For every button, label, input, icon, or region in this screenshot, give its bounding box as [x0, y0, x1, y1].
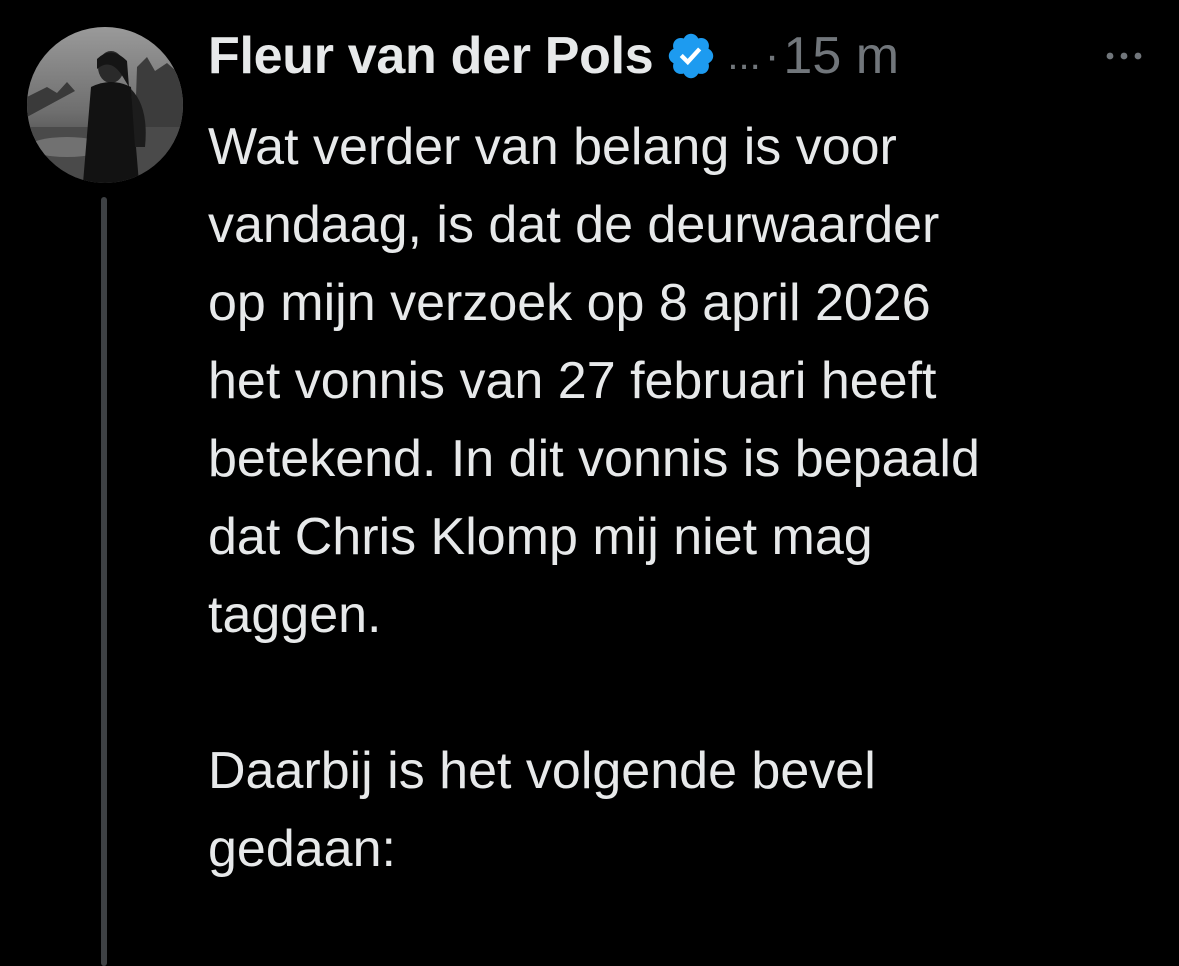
post-header: Fleur van der Pols ... · 15 m — [208, 22, 899, 90]
meta-separator: · — [764, 31, 780, 80]
post-paragraph: Wat verder van belang is voor vandaag, i… — [208, 118, 980, 644]
name-truncation: ... — [727, 33, 761, 78]
thread-connector-line — [101, 197, 107, 966]
profile-photo — [27, 27, 183, 183]
post-timestamp[interactable]: 15 m — [783, 26, 899, 86]
author-name[interactable]: Fleur van der Pols — [208, 26, 654, 86]
post-paragraph: Daarbij is het volgende bevel gedaan: — [208, 742, 876, 878]
avatar[interactable] — [27, 27, 183, 183]
verified-badge-icon — [665, 30, 717, 82]
more-options-icon — [1106, 52, 1142, 60]
more-options-button[interactable] — [1098, 36, 1150, 76]
post-text: Wat verder van belang is voor vandaag, i… — [208, 108, 1168, 888]
